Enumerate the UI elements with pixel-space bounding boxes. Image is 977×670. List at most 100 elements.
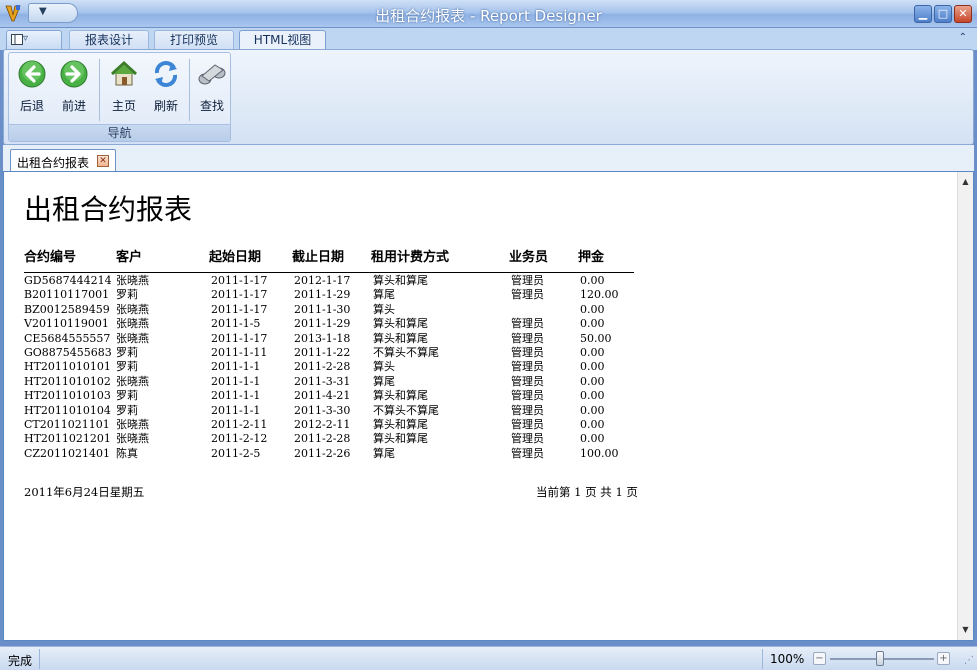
cell-contract-no: BZ0012589459 (24, 302, 110, 316)
cell-start-date: 2011-1-1 (211, 374, 261, 388)
forward-button[interactable]: 前进 (55, 57, 93, 117)
cell-deposit: 0.00 (580, 302, 605, 316)
zoom-in-icon[interactable]: + (937, 652, 950, 665)
zoom-slider-thumb[interactable] (876, 651, 884, 666)
cell-billing-method: 算头 (373, 302, 395, 316)
binoculars-icon (198, 64, 226, 85)
home-label: 主页 (111, 99, 136, 113)
find-button[interactable]: 查找 (193, 57, 231, 117)
cell-customer: 张晓燕 (116, 374, 149, 388)
cell-contract-no: CZ2011021401 (24, 446, 111, 460)
ribbon-tab-row: ▿ 报表设计 打印预览 HTML视图 ⌃ (0, 28, 977, 51)
cell-salesperson: 管理员 (511, 288, 544, 302)
cell-contract-no: HT2011010104 (24, 403, 111, 417)
header-end-date: 截止日期 (292, 250, 345, 265)
cell-start-date: 2011-1-1 (211, 389, 261, 403)
cell-billing-method: 算头 (373, 360, 395, 374)
app-menu-icon (11, 34, 23, 45)
maximize-button[interactable]: □ (934, 5, 952, 23)
cell-billing-method: 算头和算尾 (373, 274, 428, 287)
status-separator (762, 649, 763, 669)
cell-billing-method: 算头和算尾 (373, 389, 428, 403)
close-tab-icon[interactable]: ✕ (97, 155, 109, 167)
cell-billing-method: 算尾 (373, 288, 395, 302)
scroll-up-icon[interactable]: ▲ (958, 174, 973, 190)
cell-deposit: 0.00 (580, 403, 605, 417)
report-date: 2011年6月24日星期五 (24, 485, 145, 499)
vertical-scrollbar[interactable]: ▲ ▼ (957, 172, 973, 640)
document-tab-strip: 出租合约报表 ✕ (3, 145, 974, 171)
tab-html-view[interactable]: HTML视图 (239, 30, 326, 51)
cell-customer: 罗莉 (116, 288, 138, 302)
cell-salesperson: 管理员 (511, 331, 544, 345)
cell-billing-method: 算头和算尾 (373, 417, 428, 431)
cell-salesperson: 管理员 (511, 345, 544, 359)
cell-deposit: 0.00 (580, 417, 605, 431)
cell-start-date: 2011-1-1 (211, 360, 261, 374)
zoom-out-icon[interactable]: − (813, 652, 826, 665)
cell-deposit: 0.00 (580, 389, 605, 403)
cell-customer: 罗莉 (116, 403, 138, 417)
cell-billing-method: 算尾 (373, 446, 395, 460)
back-label: 后退 (19, 99, 44, 113)
cell-start-date: 2011-1-5 (211, 317, 261, 331)
navigation-group: 后退 前进 主页 刷新 查找 导航 (8, 52, 231, 142)
cell-contract-no: CE5684555557 (24, 331, 111, 345)
cell-billing-method: 不算头不算尾 (373, 345, 439, 359)
minimize-button[interactable]: ▁ (914, 5, 932, 23)
cell-end-date: 2011-3-31 (294, 374, 351, 388)
cell-customer: 罗莉 (116, 389, 138, 403)
chevron-down-icon: ▿ (23, 33, 29, 44)
header-salesperson: 业务员 (509, 250, 549, 265)
status-text: 完成 (8, 654, 33, 668)
refresh-icon (154, 61, 178, 87)
back-arrow-icon (18, 60, 46, 88)
home-button[interactable]: 主页 (105, 57, 143, 117)
cell-deposit: 0.00 (580, 317, 605, 331)
cell-salesperson: 管理员 (511, 417, 544, 431)
close-button[interactable]: ✕ (954, 5, 972, 23)
cell-start-date: 2011-1-1 (211, 403, 261, 417)
report-title: 出租合约报表 (24, 193, 193, 226)
cell-salesperson: 管理员 (511, 360, 544, 374)
cell-start-date: 2011-2-5 (211, 446, 261, 460)
cell-salesperson: 管理员 (511, 403, 544, 417)
cell-end-date: 2011-1-22 (294, 345, 351, 359)
forward-arrow-icon (60, 60, 88, 88)
cell-salesperson: 管理员 (511, 274, 544, 287)
page-indicator: 当前第 1 页 共 1 页 (536, 485, 638, 499)
tab-print-preview[interactable]: 打印预览 (154, 30, 234, 50)
cell-billing-method: 算头和算尾 (373, 432, 428, 446)
cell-customer: 罗莉 (116, 360, 138, 374)
cell-start-date: 2011-2-12 (211, 432, 268, 446)
cell-end-date: 2012-2-11 (294, 417, 351, 431)
refresh-button[interactable]: 刷新 (147, 57, 185, 117)
title-bar: ▼ 出租合约报表 - Report Designer ▁ □ ✕ (0, 0, 977, 28)
header-customer: 客户 (116, 250, 143, 265)
cell-deposit: 0.00 (580, 432, 605, 446)
cell-deposit: 100.00 (580, 446, 619, 460)
cell-billing-method: 不算头不算尾 (373, 403, 439, 417)
cell-contract-no: HT2011010102 (24, 374, 111, 388)
cell-billing-method: 算头和算尾 (373, 331, 428, 345)
document-tab[interactable]: 出租合约报表 ✕ (10, 149, 116, 171)
scroll-down-icon[interactable]: ▼ (958, 622, 973, 638)
tab-report-design[interactable]: 报表设计 (69, 30, 149, 50)
group-label: 导航 (9, 124, 230, 141)
cell-deposit: 0.00 (580, 360, 605, 374)
cell-deposit: 0.00 (580, 374, 605, 388)
html-view-pane[interactable]: 出租合约报表 合约编号 客户 起始日期 截止日期 租用计费方式 业务员 押金 G… (3, 171, 974, 641)
application-menu-button[interactable]: ▿ (6, 30, 62, 49)
cell-deposit: 0.00 (580, 345, 605, 359)
cell-start-date: 2011-2-11 (211, 417, 268, 431)
cell-start-date: 2011-1-17 (211, 302, 268, 316)
status-bar: 完成 100% − + ⋰ (0, 646, 977, 670)
zoom-level[interactable]: 100% (770, 652, 804, 666)
cell-salesperson: 管理员 (511, 432, 544, 446)
resize-grip-icon[interactable]: ⋰ (964, 655, 974, 666)
back-button[interactable]: 后退 (13, 57, 51, 117)
cell-end-date: 2011-2-26 (294, 446, 351, 460)
cell-salesperson: 管理员 (511, 446, 544, 460)
ribbon-collapse-icon[interactable]: ⌃ (959, 32, 967, 43)
cell-customer: 张晓燕 (116, 317, 149, 331)
